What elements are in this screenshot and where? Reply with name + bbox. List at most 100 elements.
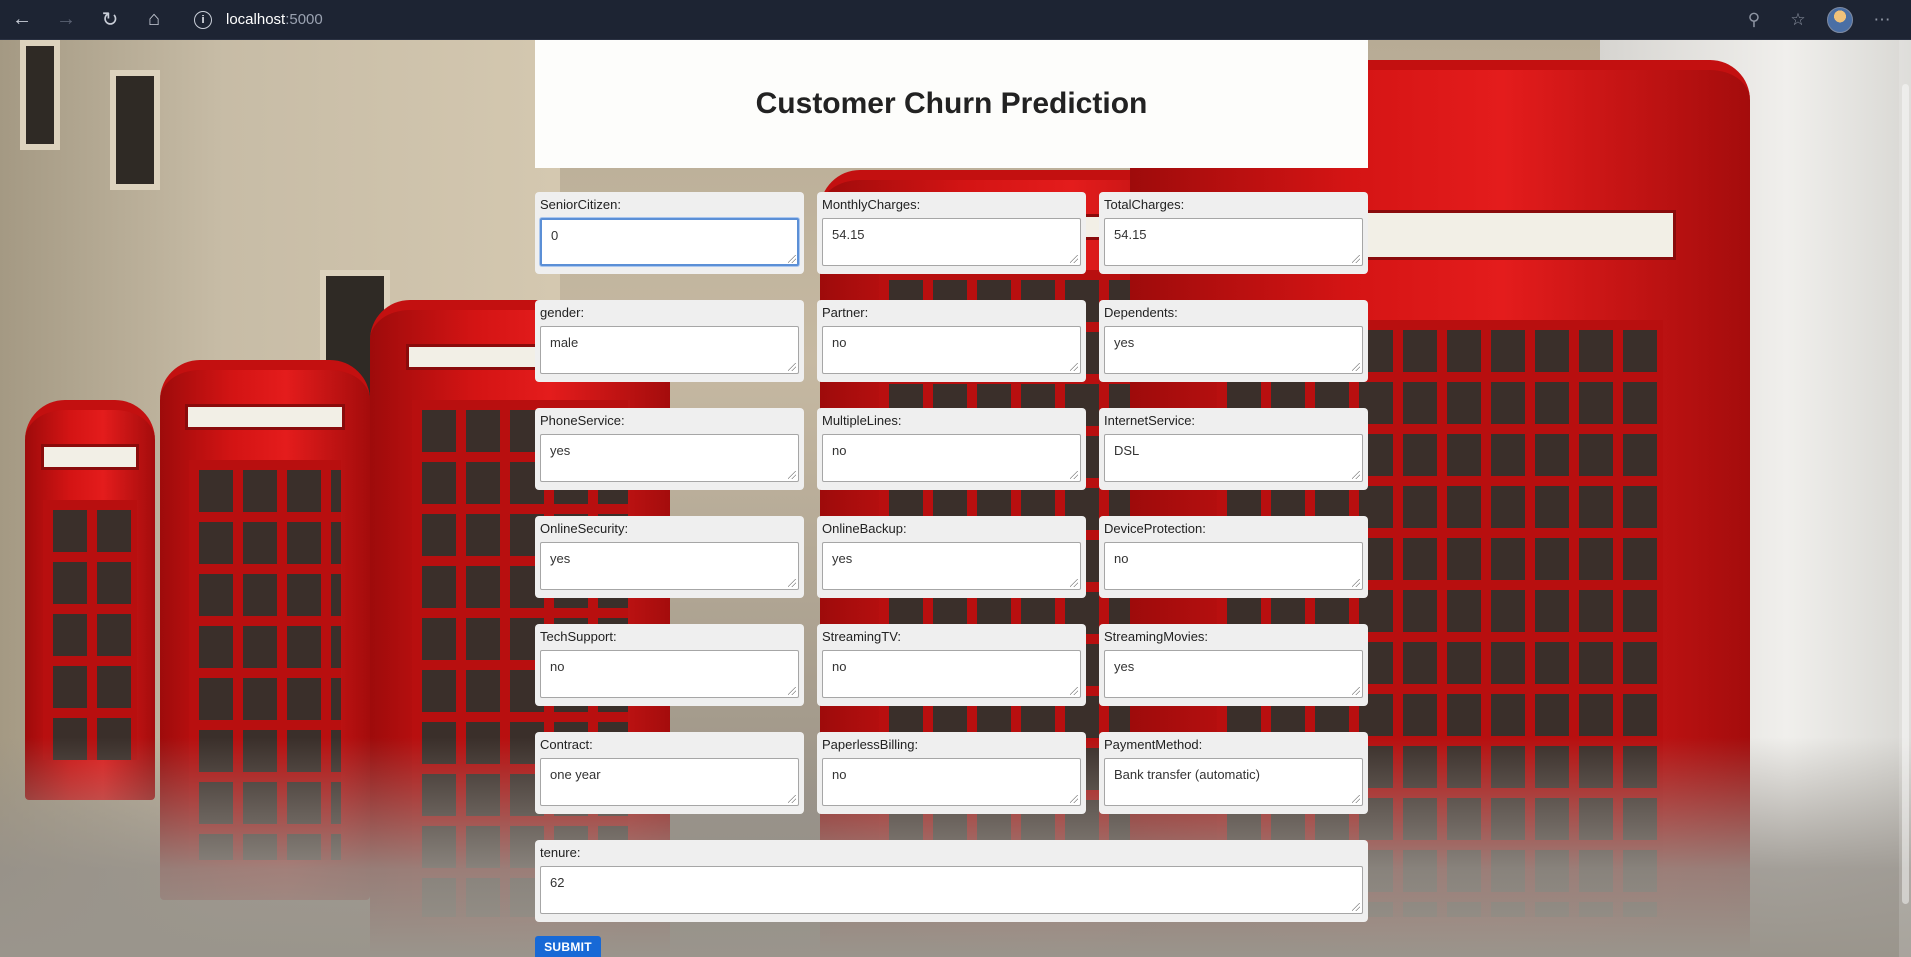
resize-handle-icon[interactable] <box>788 471 796 479</box>
page-title: Customer Churn Prediction <box>755 87 1148 120</box>
home-icon[interactable]: ⌂ <box>132 0 176 40</box>
menu-icon[interactable]: ⋯ <box>1867 10 1897 30</box>
form-field: PhoneService: yes <box>535 408 804 490</box>
submit-button[interactable]: SUBMIT <box>535 936 601 957</box>
field-input-wrapper: no <box>540 650 799 698</box>
form-field: MultipleLines: no <box>817 408 1086 490</box>
resize-handle-icon[interactable] <box>788 795 796 803</box>
field-label: PhoneService: <box>540 413 625 428</box>
field-textarea[interactable]: 54.15 <box>1104 218 1363 266</box>
resize-handle-icon[interactable] <box>788 255 796 263</box>
field-input-wrapper: no <box>1104 542 1363 590</box>
forward-icon[interactable]: → <box>44 0 88 40</box>
form-field: TotalCharges: 54.15 <box>1099 192 1368 274</box>
field-input-wrapper: no <box>822 650 1081 698</box>
back-icon[interactable]: ← <box>0 0 44 40</box>
field-input-wrapper: yes <box>1104 326 1363 374</box>
field-textarea[interactable]: no <box>822 434 1081 482</box>
resize-handle-icon[interactable] <box>1352 471 1360 479</box>
form-field: Dependents: yes <box>1099 300 1368 382</box>
form-field: OnlineSecurity: yes <box>535 516 804 598</box>
resize-handle-icon[interactable] <box>1070 579 1078 587</box>
field-textarea[interactable]: yes <box>1104 326 1363 374</box>
field-input-wrapper: 54.15 <box>1104 218 1363 266</box>
field-label: DeviceProtection: <box>1104 521 1206 536</box>
field-input-wrapper: DSL <box>1104 434 1363 482</box>
field-label: Dependents: <box>1104 305 1178 320</box>
field-textarea[interactable]: no <box>822 326 1081 374</box>
field-input-wrapper: 0 <box>540 218 799 266</box>
form-field: PaperlessBilling: no <box>817 732 1086 814</box>
favorites-icon[interactable]: ☆ <box>1783 10 1813 30</box>
resize-handle-icon[interactable] <box>1352 903 1360 911</box>
resize-handle-icon[interactable] <box>788 579 796 587</box>
resize-handle-icon[interactable] <box>1352 687 1360 695</box>
field-input-wrapper: no <box>822 326 1081 374</box>
url-host: localhost <box>226 11 286 28</box>
field-input-wrapper: yes <box>1104 650 1363 698</box>
field-textarea[interactable]: yes <box>540 542 799 590</box>
field-input-wrapper: 62 <box>540 866 1363 914</box>
resize-handle-icon[interactable] <box>788 687 796 695</box>
site-info-icon[interactable]: i <box>194 10 212 29</box>
field-input-wrapper: male <box>540 326 799 374</box>
form-field: tenure: 62 <box>535 840 1368 922</box>
page-viewport: Customer Churn Prediction SeniorCitizen:… <box>0 40 1911 957</box>
scrollbar[interactable] <box>1899 40 1911 957</box>
field-input-wrapper: Bank transfer (automatic) <box>1104 758 1363 806</box>
resize-handle-icon[interactable] <box>1070 687 1078 695</box>
resize-handle-icon[interactable] <box>788 363 796 371</box>
field-textarea[interactable]: one year <box>540 758 799 806</box>
resize-handle-icon[interactable] <box>1070 363 1078 371</box>
form-field: PaymentMethod: Bank transfer (automatic) <box>1099 732 1368 814</box>
field-textarea[interactable]: no <box>540 650 799 698</box>
resize-handle-icon[interactable] <box>1070 471 1078 479</box>
field-textarea[interactable]: 0 <box>540 218 799 266</box>
browser-toolbar: ← → ↻ ⌂ i localhost:5000 ⚲ ☆ ⋯ <box>0 0 1911 40</box>
resize-handle-icon[interactable] <box>1352 363 1360 371</box>
field-textarea[interactable]: no <box>1104 542 1363 590</box>
field-input-wrapper: yes <box>540 542 799 590</box>
field-label: MultipleLines: <box>822 413 902 428</box>
header-card: Customer Churn Prediction <box>535 40 1368 168</box>
zoom-icon[interactable]: ⚲ <box>1739 10 1769 30</box>
field-textarea[interactable]: no <box>822 650 1081 698</box>
background-window <box>110 70 160 190</box>
field-label: gender: <box>540 305 585 320</box>
address-bar[interactable]: i localhost:5000 <box>184 5 1734 35</box>
avatar[interactable] <box>1827 6 1853 33</box>
resize-handle-icon[interactable] <box>1352 579 1360 587</box>
field-textarea[interactable]: DSL <box>1104 434 1363 482</box>
field-label: SeniorCitizen: <box>540 197 621 212</box>
field-textarea[interactable]: male <box>540 326 799 374</box>
field-textarea[interactable]: 54.15 <box>822 218 1081 266</box>
scrollbar-thumb[interactable] <box>1902 84 1909 904</box>
form-field: StreamingMovies: yes <box>1099 624 1368 706</box>
field-textarea[interactable]: yes <box>1104 650 1363 698</box>
field-label: Contract: <box>540 737 593 752</box>
field-textarea[interactable]: yes <box>540 434 799 482</box>
resize-handle-icon[interactable] <box>1352 255 1360 263</box>
field-label: InternetService: <box>1104 413 1196 428</box>
field-label: OnlineSecurity: <box>540 521 629 536</box>
field-input-wrapper: no <box>822 758 1081 806</box>
form-field: InternetService: DSL <box>1099 408 1368 490</box>
resize-handle-icon[interactable] <box>1070 795 1078 803</box>
resize-handle-icon[interactable] <box>1070 255 1078 263</box>
field-textarea[interactable]: no <box>822 758 1081 806</box>
field-label: PaperlessBilling: <box>822 737 919 752</box>
reload-icon[interactable]: ↻ <box>88 0 132 40</box>
form-field: Contract: one year <box>535 732 804 814</box>
form-field: OnlineBackup: yes <box>817 516 1086 598</box>
field-label: TotalCharges: <box>1104 197 1185 212</box>
form-field: SeniorCitizen: 0 <box>535 192 804 274</box>
field-label: StreamingMovies: <box>1104 629 1209 644</box>
field-label: tenure: <box>540 845 581 860</box>
field-input-wrapper: yes <box>540 434 799 482</box>
field-textarea[interactable]: 62 <box>540 866 1363 914</box>
field-input-wrapper: 54.15 <box>822 218 1081 266</box>
field-textarea[interactable]: Bank transfer (automatic) <box>1104 758 1363 806</box>
field-textarea[interactable]: yes <box>822 542 1081 590</box>
form-field: TechSupport: no <box>535 624 804 706</box>
resize-handle-icon[interactable] <box>1352 795 1360 803</box>
